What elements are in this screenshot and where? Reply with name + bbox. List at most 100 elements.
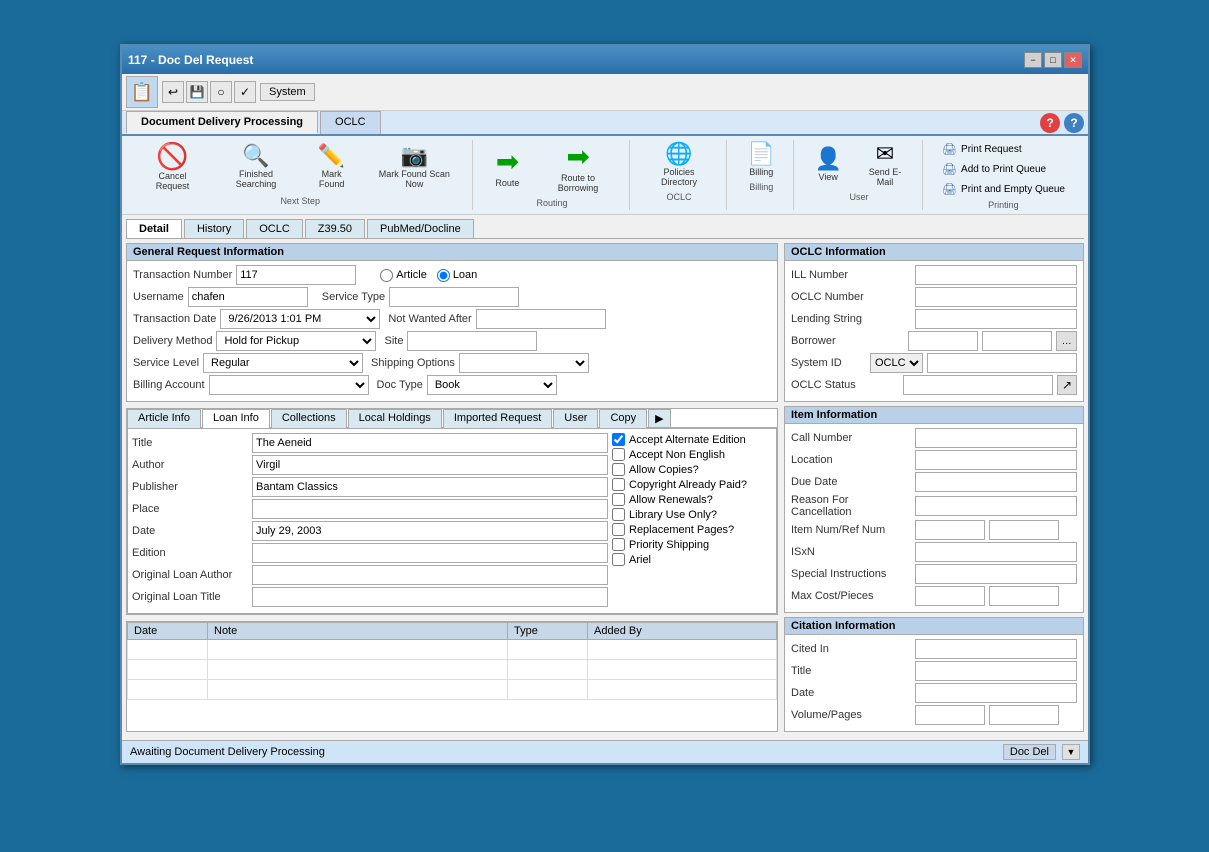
site-input[interactable] [407,331,537,351]
transaction-number-input[interactable] [236,265,356,285]
save-button[interactable]: 💾 [186,81,208,103]
not-wanted-after-input[interactable] [476,309,606,329]
original-loan-title-input[interactable] [252,587,608,607]
tab-document-delivery[interactable]: Document Delivery Processing [126,111,318,134]
help-blue-icon[interactable]: ? [1064,113,1084,133]
oclc-status-link-button[interactable]: ↗ [1057,375,1077,395]
tab-user[interactable]: User [553,409,598,428]
priority-shipping-checkbox[interactable]: Priority Shipping [612,538,772,551]
allow-renewals-checkbox[interactable]: Allow Renewals? [612,493,772,506]
tab-imported-request[interactable]: Imported Request [443,409,552,428]
call-number-input[interactable] [915,428,1077,448]
pages-input[interactable] [989,705,1059,725]
system-id-select[interactable]: OCLC [870,353,923,373]
cancel-request-button[interactable]: 🚫 Cancel Request [136,140,209,194]
max-cost-input[interactable] [915,586,985,606]
menu-bar: 📋 ↩ 💾 ○ ✓ System [122,74,1088,111]
replacement-pages-checkbox[interactable]: Replacement Pages? [612,523,772,536]
policies-directory-button[interactable]: 🌐 Policies Directory [640,140,719,190]
volume-input[interactable] [915,705,985,725]
author-input[interactable] [252,455,608,475]
tab-history[interactable]: History [184,219,244,238]
print-and-empty-label: Print and Empty Queue [961,184,1065,195]
tab-local-holdings[interactable]: Local Holdings [348,409,442,428]
article-radio[interactable] [380,269,393,282]
view-button[interactable]: 👤 View [804,145,852,185]
accept-non-english-checkbox[interactable]: Accept Non English [612,448,772,461]
ref-num-input[interactable] [989,520,1059,540]
status-expand-button[interactable]: ▼ [1062,744,1080,760]
help-red-icon[interactable]: ? [1040,113,1060,133]
service-level-select[interactable]: Regular [203,353,363,373]
copyright-already-paid-checkbox[interactable]: Copyright Already Paid? [612,478,772,491]
borrower-extra-button[interactable]: … [1056,331,1077,351]
shipping-options-select[interactable] [459,353,589,373]
route-to-borrowing-button[interactable]: ➡ Route to Borrowing [535,140,620,196]
mark-found-scan-button[interactable]: 📷 Mark Found Scan Now [364,142,464,192]
library-use-only-checkbox[interactable]: Library Use Only? [612,508,772,521]
date-input[interactable] [252,521,608,541]
cited-in-input[interactable] [915,639,1077,659]
print-request-button[interactable]: 🖨 Print Request [937,140,1070,158]
service-type-input[interactable] [389,287,519,307]
special-instructions-input[interactable] [915,564,1077,584]
place-input[interactable] [252,499,608,519]
tab-detail[interactable]: Detail [126,219,182,238]
route-button[interactable]: ➡ Route [483,145,531,191]
pieces-input[interactable] [989,586,1059,606]
oclc-status-input[interactable] [903,375,1053,395]
transaction-date-select[interactable]: 9/26/2013 1:01 PM [220,309,380,329]
back-button[interactable]: ↩ [162,81,184,103]
circle-button[interactable]: ○ [210,81,232,103]
billing-account-select[interactable] [209,375,369,395]
loan-radio-item[interactable]: Loan [437,269,477,282]
item-num-input[interactable] [915,520,985,540]
due-date-input[interactable] [915,472,1077,492]
doc-type-select[interactable]: Book [427,375,557,395]
oclc-number-input[interactable] [915,287,1077,307]
isxn-input[interactable] [915,542,1077,562]
edition-input[interactable] [252,543,608,563]
accept-alternate-edition-checkbox[interactable]: Accept Alternate Edition [612,433,772,446]
citation-date-input[interactable] [915,683,1077,703]
edition-label: Edition [132,547,252,559]
citation-title-input[interactable] [915,661,1077,681]
finished-searching-button[interactable]: 🔍 Finished Searching [213,142,299,192]
tab-article-info[interactable]: Article Info [127,409,201,428]
article-radio-item[interactable]: Article [380,269,427,282]
ariel-checkbox[interactable]: Ariel [612,553,772,566]
delivery-method-select[interactable]: Hold for Pickup [216,331,376,351]
print-and-empty-queue-button[interactable]: 🖨 Print and Empty Queue [937,180,1070,198]
allow-copies-checkbox[interactable]: Allow Copies? [612,463,772,476]
tab-z3950[interactable]: Z39.50 [305,219,365,238]
tab-loan-info[interactable]: Loan Info [202,409,270,428]
tab-copy[interactable]: Copy [599,409,647,428]
close-button[interactable]: ✕ [1064,52,1082,68]
general-request-content: Transaction Number Article Loan [127,261,777,401]
publisher-input[interactable] [252,477,608,497]
system-id-input[interactable] [927,353,1077,373]
mark-found-button[interactable]: ✏️ Mark Found [303,142,360,192]
reason-cancellation-input[interactable] [915,496,1077,516]
tab-collections[interactable]: Collections [271,409,347,428]
location-input[interactable] [915,450,1077,470]
username-input[interactable] [188,287,308,307]
borrower-extra-input[interactable] [982,331,1052,351]
ill-number-input[interactable] [915,265,1077,285]
borrower-input[interactable] [908,331,978,351]
add-to-print-queue-button[interactable]: 🖨 Add to Print Queue [937,160,1070,178]
loan-radio[interactable] [437,269,450,282]
settings-button[interactable]: ✓ [234,81,256,103]
billing-button[interactable]: 📄 Billing [737,140,785,180]
tab-oclc[interactable]: OCLC [246,219,303,238]
send-email-button[interactable]: ✉ Send E-Mail [856,140,914,190]
title-input[interactable] [252,433,608,453]
loan-tab-arrow[interactable]: ▶ [648,409,670,427]
maximize-button[interactable]: □ [1044,52,1062,68]
minimize-button[interactable]: − [1024,52,1042,68]
lending-string-input[interactable] [915,309,1077,329]
tab-pubmed[interactable]: PubMed/Docline [367,219,474,238]
original-loan-author-input[interactable] [252,565,608,585]
tab-oclc-top[interactable]: OCLC [320,111,381,134]
system-menu[interactable]: System [260,83,315,101]
